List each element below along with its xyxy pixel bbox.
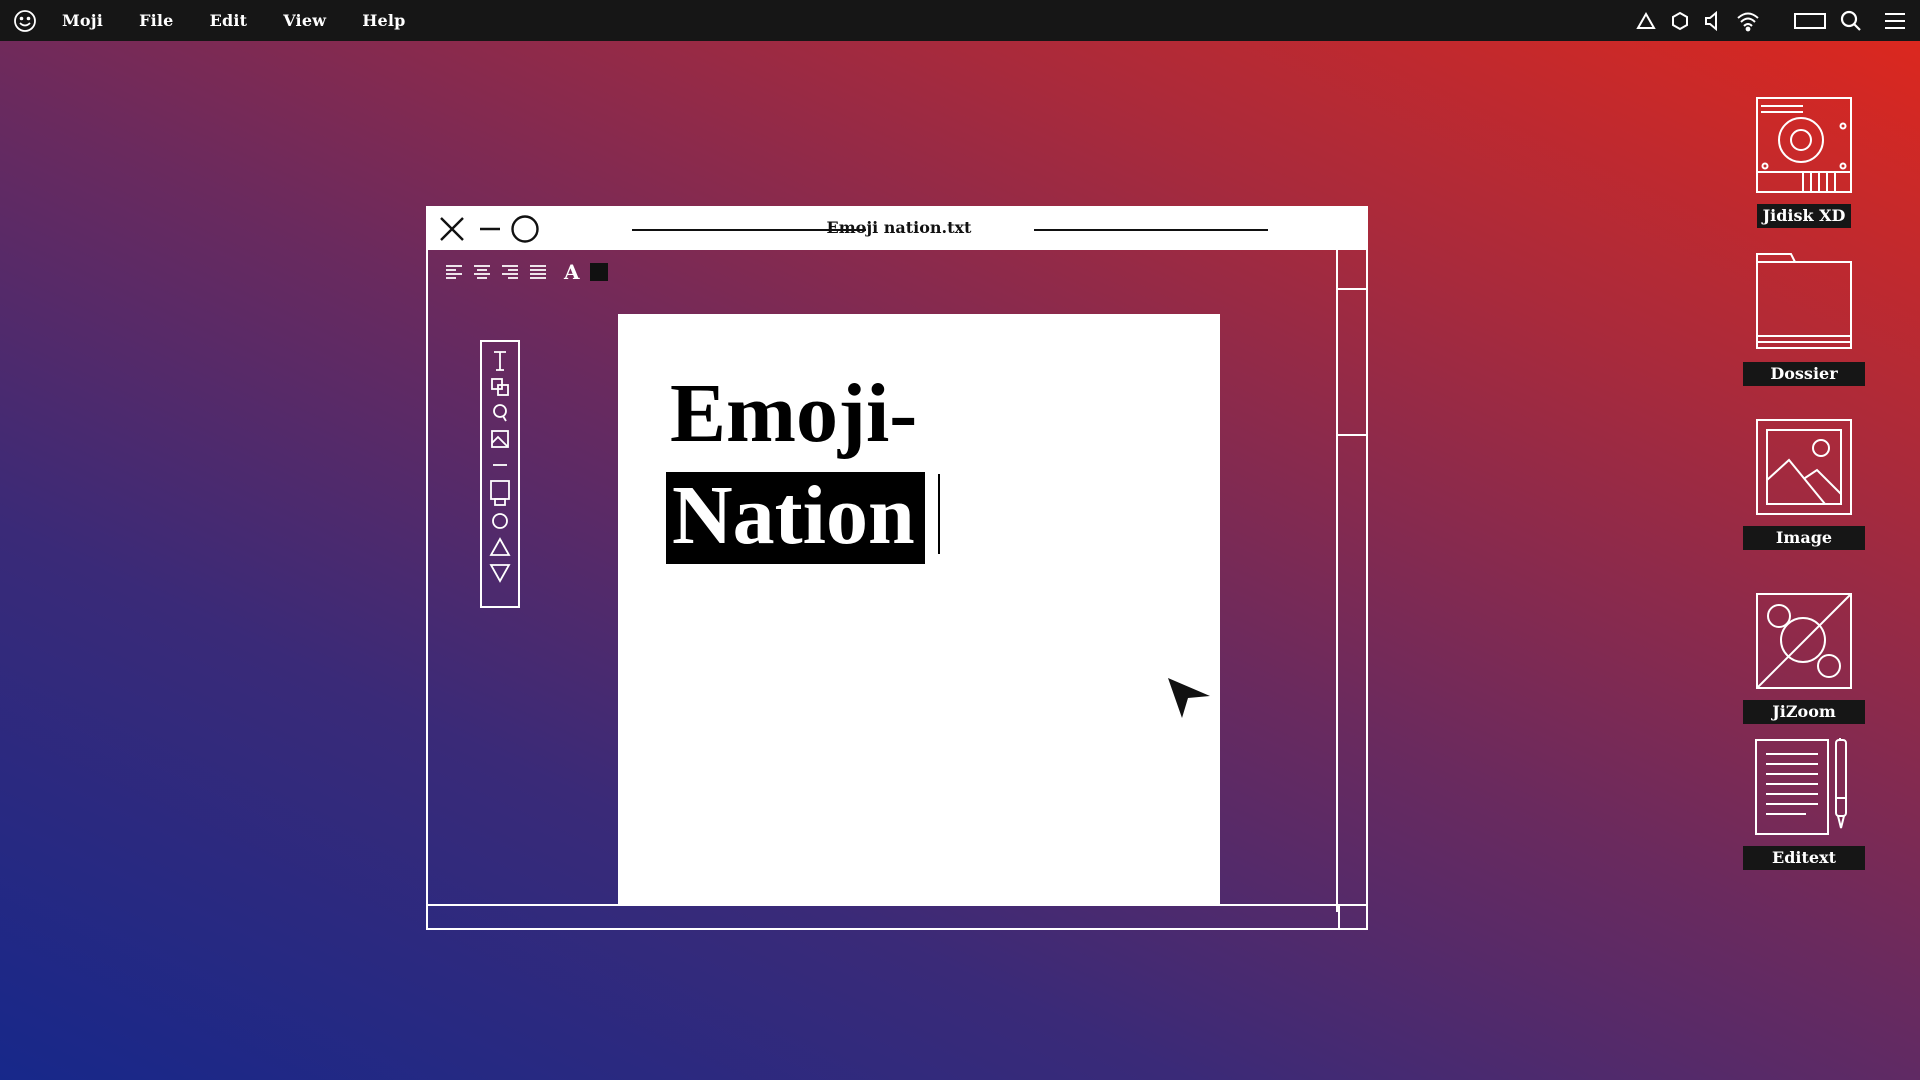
desktop-icon-jidisk[interactable]: Jidisk XD bbox=[1746, 96, 1862, 228]
desktop-icon-label: Editext bbox=[1743, 846, 1865, 870]
font-button[interactable]: A bbox=[564, 262, 580, 282]
menu-file[interactable]: File bbox=[139, 11, 174, 30]
vertical-scrollbar[interactable] bbox=[1336, 250, 1366, 912]
desktop-icon-editext[interactable]: Editext bbox=[1743, 736, 1865, 870]
text-caret bbox=[938, 474, 940, 554]
folder-icon bbox=[1755, 252, 1853, 356]
menu-bar: Moji File Edit View Help bbox=[0, 0, 1920, 41]
line-tool-icon[interactable] bbox=[486, 452, 514, 478]
triangle-tool-icon[interactable] bbox=[486, 534, 514, 560]
menu-moji[interactable]: Moji bbox=[62, 11, 103, 30]
image-tool-icon[interactable] bbox=[486, 426, 514, 452]
zoom-app-icon bbox=[1755, 592, 1853, 694]
desktop-icon-label: Image bbox=[1743, 526, 1865, 550]
format-bar: A bbox=[444, 262, 608, 282]
image-icon bbox=[1755, 418, 1853, 520]
align-center-icon[interactable] bbox=[472, 263, 492, 281]
menu-view[interactable]: View bbox=[283, 11, 326, 30]
speaker-icon[interactable] bbox=[1704, 8, 1722, 34]
desktop-icon-jizoom[interactable]: JiZoom bbox=[1743, 592, 1865, 724]
title-decoration-right bbox=[1034, 229, 1268, 231]
window-body: A Emoji- Nation bbox=[426, 250, 1368, 930]
title-decoration-left bbox=[632, 229, 866, 231]
horizontal-scrollbar[interactable] bbox=[426, 904, 1368, 928]
wifi-icon[interactable] bbox=[1736, 8, 1760, 34]
desktop-icon-image[interactable]: Image bbox=[1743, 418, 1865, 550]
mouse-pointer-icon bbox=[1166, 674, 1212, 724]
layers-tool-icon[interactable] bbox=[486, 374, 514, 400]
battery-icon[interactable] bbox=[1794, 8, 1826, 34]
selected-text[interactable]: Nation bbox=[666, 472, 925, 564]
document-page[interactable]: Emoji- Nation bbox=[618, 314, 1220, 904]
circle-tool-icon[interactable] bbox=[486, 508, 514, 534]
text-editor-icon bbox=[1754, 736, 1854, 840]
vertical-scroll-thumb[interactable] bbox=[1336, 288, 1366, 436]
smiley-icon[interactable] bbox=[12, 8, 38, 34]
lasso-tool-icon[interactable] bbox=[486, 400, 514, 426]
triangle-icon[interactable] bbox=[1636, 8, 1656, 34]
text-editor-window: Emoji nation.txt A Emoji- Nation bbox=[426, 206, 1368, 930]
text-tool-icon[interactable] bbox=[486, 348, 514, 374]
window-titlebar[interactable]: Emoji nation.txt bbox=[426, 206, 1368, 250]
maximize-icon[interactable] bbox=[510, 214, 540, 248]
search-icon[interactable] bbox=[1840, 8, 1862, 34]
rectangle-tool-icon[interactable] bbox=[486, 478, 514, 508]
desktop-icon-dossier[interactable]: Dossier bbox=[1743, 252, 1865, 386]
status-area bbox=[1636, 0, 1906, 41]
tool-palette bbox=[480, 340, 520, 608]
align-right-icon[interactable] bbox=[500, 263, 520, 281]
menu-edit[interactable]: Edit bbox=[210, 11, 248, 30]
align-left-icon[interactable] bbox=[444, 263, 464, 281]
hard-disk-icon bbox=[1755, 96, 1853, 198]
desktop-icon-label: JiZoom bbox=[1743, 700, 1865, 724]
window-title: Emoji nation.txt bbox=[826, 218, 972, 237]
document-text-line[interactable]: Emoji- bbox=[670, 372, 917, 456]
desktop-icon-label: Jidisk XD bbox=[1756, 204, 1852, 228]
menu-help[interactable]: Help bbox=[362, 11, 405, 30]
inverted-triangle-tool-icon[interactable] bbox=[486, 560, 514, 586]
scrollbar-corner bbox=[1338, 906, 1368, 928]
hexagon-icon[interactable] bbox=[1670, 8, 1690, 34]
desktop-icon-label: Dossier bbox=[1743, 362, 1865, 386]
align-justify-icon[interactable] bbox=[528, 263, 548, 281]
close-icon[interactable] bbox=[438, 215, 466, 247]
minimize-icon[interactable] bbox=[478, 215, 502, 247]
text-color-swatch[interactable] bbox=[589, 263, 608, 281]
hamburger-menu-icon[interactable] bbox=[1884, 8, 1906, 34]
